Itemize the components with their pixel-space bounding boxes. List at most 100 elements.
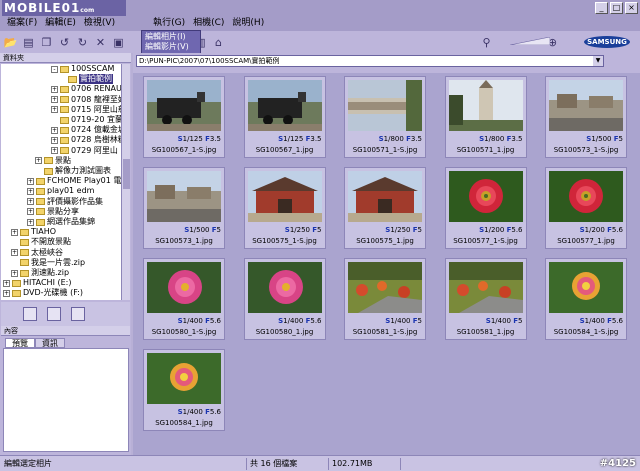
expand-icon[interactable]: + — [3, 279, 10, 287]
zoom-slider[interactable] — [510, 37, 550, 45]
tree-scrollbar[interactable] — [121, 64, 130, 300]
thumbnail-cell[interactable]: S1/250 F5 SG100575_1.jpg — [344, 167, 426, 249]
tree-item[interactable]: +0706 RENAULT — [51, 84, 121, 94]
photo-thumbnail[interactable] — [147, 80, 221, 131]
print-icon[interactable]: ▤ — [21, 35, 36, 50]
open-folder-icon[interactable]: 📂 — [3, 35, 18, 50]
menu-file[interactable]: 檔案(F) — [3, 16, 41, 31]
thumbnail-cell[interactable]: S1/200 F5.6 SG100577_1.jpg — [545, 167, 627, 249]
tree-item[interactable]: + DVD-光碟機 (F:) — [3, 288, 83, 298]
tree-item[interactable]: + 太極峽谷 — [11, 248, 63, 258]
photo-thumbnail[interactable] — [549, 262, 623, 313]
photo-thumbnail[interactable] — [348, 171, 422, 222]
expand-icon[interactable]: + — [51, 147, 58, 155]
tree-item[interactable]: +0715 阿里山慈穴 — [51, 105, 121, 115]
tree-item[interactable]: 實拍範例 — [59, 74, 113, 85]
thumbnail-cell[interactable]: S1/400 F5.6 SG100580_1-S.jpg — [143, 258, 225, 340]
path-dropdown-arrow[interactable]: ▼ — [593, 56, 603, 66]
tree-item[interactable]: +0724 億載金城的 — [51, 125, 121, 135]
rotate-right-icon[interactable]: ↻ — [75, 35, 90, 50]
photo-thumbnail[interactable] — [247, 171, 322, 222]
thumbnail-cell[interactable]: S1/400 F5.6 SG100584_1-S.jpg — [545, 258, 627, 340]
tree-item[interactable]: - 100SSCAM — [51, 64, 114, 74]
expand-icon[interactable]: + — [11, 269, 18, 277]
expand-icon[interactable]: + — [3, 289, 10, 297]
minimize-button[interactable]: _ — [595, 2, 608, 14]
photo-thumbnail[interactable] — [448, 80, 523, 131]
photo-thumbnail[interactable] — [549, 80, 623, 131]
expand-icon[interactable]: + — [51, 136, 58, 144]
menu-view[interactable]: 檢視(V) — [80, 16, 119, 31]
expand-icon[interactable]: + — [27, 208, 34, 216]
maximize-button[interactable]: □ — [610, 2, 623, 14]
zoom-out-icon[interactable]: ⚲ — [479, 35, 494, 50]
tree-item[interactable]: 解像力測試圖表 — [35, 166, 111, 176]
tree-item[interactable]: + HITACHI (E:) — [3, 278, 71, 288]
edit-photo-item[interactable]: 編輯相片(I) — [145, 32, 197, 42]
photo-thumbnail[interactable] — [147, 262, 221, 313]
menu-camera[interactable]: 相機(C) — [189, 16, 228, 31]
folder-tree[interactable]: -100SSCAM實拍範例+0706 RENAULT+0708 龍裡至好望+07… — [1, 64, 121, 300]
menu-run[interactable]: 執行(G) — [149, 16, 189, 31]
tree-item[interactable]: + TIAHO — [11, 227, 56, 237]
batch-icon[interactable] — [23, 307, 37, 321]
tree-item[interactable]: +0728 烏樹林糖廠 — [51, 135, 121, 145]
photo-thumbnail[interactable] — [549, 171, 623, 222]
path-field[interactable]: D:\PUN-PIC\2007\07\100SSCAM\實拍範例 ▼ — [136, 55, 604, 67]
tree-item[interactable]: 不開放景點 — [11, 237, 71, 247]
thumbnail-cell[interactable]: S1/125 F3.5 SG100567_1.jpg — [243, 76, 326, 158]
thumbnail-cell[interactable]: S1/400 F5 SG100581_1-S.jpg — [344, 258, 426, 340]
menu-help[interactable]: 說明(H) — [228, 16, 268, 31]
expand-icon[interactable]: + — [51, 96, 58, 104]
expand-icon[interactable]: + — [11, 249, 18, 257]
transfer-icon[interactable] — [71, 307, 85, 321]
menu-edit[interactable]: 編輯(E) — [41, 16, 80, 31]
delete-icon[interactable]: ✕ — [93, 35, 108, 50]
tree-item[interactable]: + 測速點.zip — [11, 268, 69, 278]
close-button[interactable]: × — [625, 2, 638, 14]
photo-thumbnail[interactable] — [448, 262, 523, 313]
expand-icon[interactable]: + — [51, 85, 58, 93]
expand-icon[interactable]: + — [27, 177, 34, 185]
tree-item[interactable]: + FCHOME Play01 電子報 — [27, 176, 121, 186]
tree-item[interactable]: 0719-20 宜蘭通 — [51, 115, 121, 125]
expand-icon[interactable]: + — [51, 126, 58, 134]
edit-video-item[interactable]: 編輯影片(V) — [145, 42, 197, 52]
photo-thumbnail[interactable] — [247, 262, 322, 313]
expand-icon[interactable]: + — [27, 218, 34, 226]
tab-info[interactable]: 資訊 — [35, 338, 65, 348]
thumbnail-cell[interactable]: S1/400 F5.6 SG100580_1.jpg — [243, 258, 326, 340]
thumbnail-cell[interactable]: S1/800 F3.5 SG100571_1-S.jpg — [344, 76, 426, 158]
thumbnail-cell[interactable]: S1/125 F3.5 SG100567_1-S.jpg — [143, 76, 225, 158]
expand-icon[interactable]: + — [27, 198, 34, 206]
photo-thumbnail[interactable] — [247, 80, 322, 131]
expand-icon[interactable]: + — [27, 187, 34, 195]
collapse-icon[interactable]: - — [51, 65, 58, 73]
tree-item[interactable]: + 景點分享 — [27, 207, 79, 217]
thumbnail-cell[interactable]: S1/400 F5.6 SG100584_1.jpg — [143, 349, 225, 431]
photo-thumbnail[interactable] — [348, 80, 422, 131]
tree-item[interactable]: 我是一片雲.zip — [11, 258, 85, 268]
tree-item[interactable]: +0729 阿里山 Sh — [51, 146, 121, 156]
edit-icon[interactable] — [47, 307, 61, 321]
tree-item[interactable]: +0708 龍裡至好望 — [51, 95, 121, 105]
save-icon[interactable]: ▣ — [111, 35, 126, 50]
thumbnail-cell[interactable]: S1/800 F3.5 SG100571_1.jpg — [444, 76, 527, 158]
photo-thumbnail[interactable] — [348, 262, 422, 313]
rotate-left-icon[interactable]: ↺ — [57, 35, 72, 50]
thumbnail-cell[interactable]: S1/200 F5.6 SG100577_1-S.jpg — [444, 167, 527, 249]
expand-icon[interactable]: + — [11, 228, 18, 236]
home-icon[interactable]: ⌂ — [211, 35, 226, 50]
tree-item[interactable]: + 網選作品集錦 — [27, 217, 95, 227]
thumbnail-cell[interactable]: S1/400 F5 SG100581_1.jpg — [444, 258, 527, 340]
thumbnail-cell[interactable]: S1/250 F5 SG100575_1-S.jpg — [243, 167, 326, 249]
tree-item[interactable]: + 景點 — [35, 156, 71, 166]
tab-preview[interactable]: 預覽 — [5, 338, 35, 348]
thumbnail-cell[interactable]: S1/500 F5 SG100573_1-S.jpg — [545, 76, 627, 158]
tree-item[interactable]: + play01 edm — [27, 186, 94, 196]
expand-icon[interactable]: + — [51, 106, 58, 114]
photo-thumbnail[interactable] — [448, 171, 523, 222]
expand-icon[interactable]: + — [35, 157, 42, 165]
scroll-thumb[interactable] — [123, 159, 130, 189]
copy-icon[interactable]: ❐ — [39, 35, 54, 50]
